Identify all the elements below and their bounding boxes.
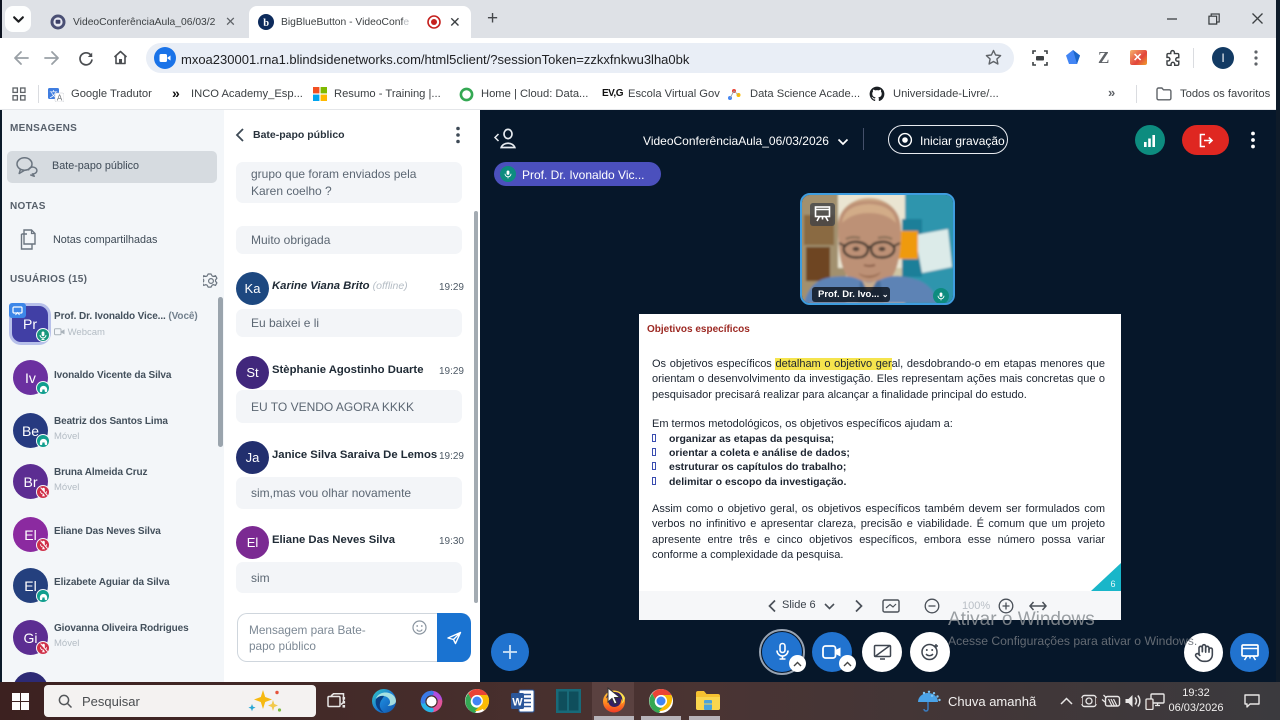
svg-text:W: W (512, 697, 523, 709)
svg-text:6: 6 (1110, 579, 1115, 589)
